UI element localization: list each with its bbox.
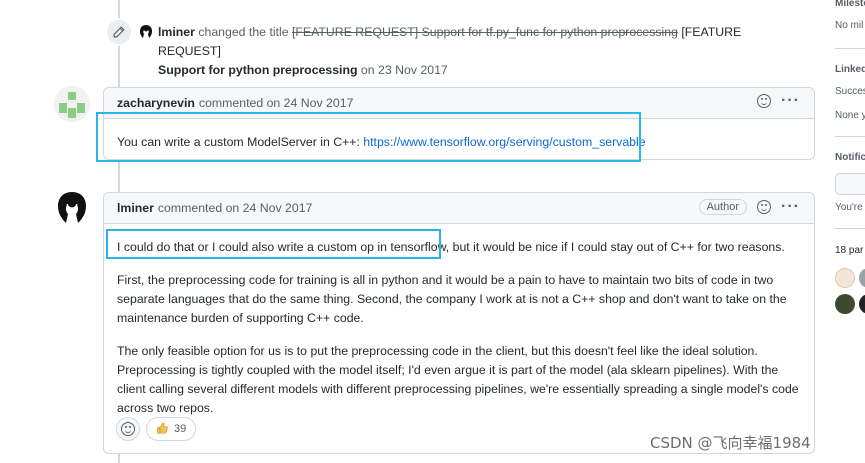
- comment-zacharynevin: zacharynevin commented on 24 Nov 2017 ··…: [103, 87, 815, 160]
- participant-avatar[interactable]: [835, 268, 855, 288]
- comment-text: You can write a custom ModelServer in C+…: [117, 135, 364, 149]
- thumbs-up-icon: [156, 421, 168, 437]
- author-badge: Author: [698, 199, 748, 215]
- sidebar-divider: [835, 228, 865, 229]
- comment-author[interactable]: lminer: [117, 201, 154, 215]
- add-reaction-button[interactable]: [116, 417, 140, 441]
- sidebar-linked-heading: Linked: [835, 64, 865, 75]
- event-actor[interactable]: lminer: [158, 25, 195, 39]
- add-reaction-icon[interactable]: [757, 94, 772, 108]
- event-text: lminer changed the title [FEATURE REQUES…: [158, 23, 798, 80]
- event-action: changed the title: [198, 25, 289, 39]
- comment-lminer: lminer commented on 24 Nov 2017 Author ·…: [103, 192, 815, 454]
- sidebar-participants-count: 18 par: [835, 245, 864, 256]
- participant-avatar[interactable]: [859, 294, 865, 314]
- event-date[interactable]: on 23 Nov 2017: [361, 63, 448, 77]
- sidebar-notifications-text: You're: [835, 202, 863, 213]
- sidebar-divider: [835, 136, 865, 137]
- participant-avatar[interactable]: [835, 294, 855, 314]
- sidebar-linked-line2: None y: [835, 110, 865, 121]
- comment-body: I could do that or I could also write a …: [104, 224, 814, 446]
- comment-meta[interactable]: commented on 24 Nov 2017: [199, 96, 354, 110]
- comment-meta[interactable]: commented on 24 Nov 2017: [158, 201, 313, 215]
- sidebar-notifications-heading: Notific: [835, 152, 865, 163]
- participant-avatar[interactable]: [859, 268, 865, 288]
- comment-header: lminer commented on 24 Nov 2017 Author ·…: [104, 193, 814, 224]
- custom-servable-link[interactable]: https://www.tensorflow.org/serving/custo…: [363, 135, 645, 149]
- comment-paragraph-3: The only feasible option for us is to pu…: [117, 344, 799, 415]
- comment-body: You can write a custom ModelServer in C+…: [104, 119, 814, 166]
- comment-author[interactable]: zacharynevin: [117, 96, 195, 110]
- sidebar-divider: [835, 48, 865, 49]
- comment-paragraph-2: First, the preprocessing code for traini…: [117, 273, 787, 325]
- comment-paragraph-1: I could do that or I could also write a …: [117, 238, 801, 257]
- lminer-small-avatar[interactable]: [138, 24, 154, 40]
- csdn-watermark: CSDN @飞向幸福1984: [650, 434, 811, 452]
- lminer-avatar[interactable]: [54, 190, 90, 226]
- more-options-icon[interactable]: ···: [781, 93, 800, 109]
- subscribe-button[interactable]: [835, 173, 865, 195]
- new-title-rest: Support for python preprocessing: [158, 63, 358, 77]
- more-options-icon[interactable]: ···: [781, 199, 800, 215]
- sidebar-milestone-value: No mil: [835, 20, 864, 31]
- comment-header: zacharynevin commented on 24 Nov 2017 ··…: [104, 88, 814, 119]
- add-reaction-icon[interactable]: [757, 200, 772, 214]
- paragraph-rest: but it would be nice if I could stay out…: [449, 240, 785, 254]
- pencil-icon: [105, 18, 133, 46]
- sidebar-milestone-heading: Milesto: [835, 0, 865, 9]
- zacharynevin-avatar[interactable]: [54, 86, 90, 122]
- sidebar-linked-line1: Succes: [835, 86, 865, 97]
- smiley-icon: [121, 422, 135, 436]
- reactions-bar: 39: [116, 417, 197, 441]
- thumbs-up-reaction[interactable]: 39: [146, 417, 197, 441]
- old-title: [FEATURE REQUEST] Support for tf.py_func…: [292, 25, 678, 39]
- highlighted-text: I could do that or I could also write a …: [117, 240, 450, 254]
- thumbs-up-count: 39: [174, 423, 187, 435]
